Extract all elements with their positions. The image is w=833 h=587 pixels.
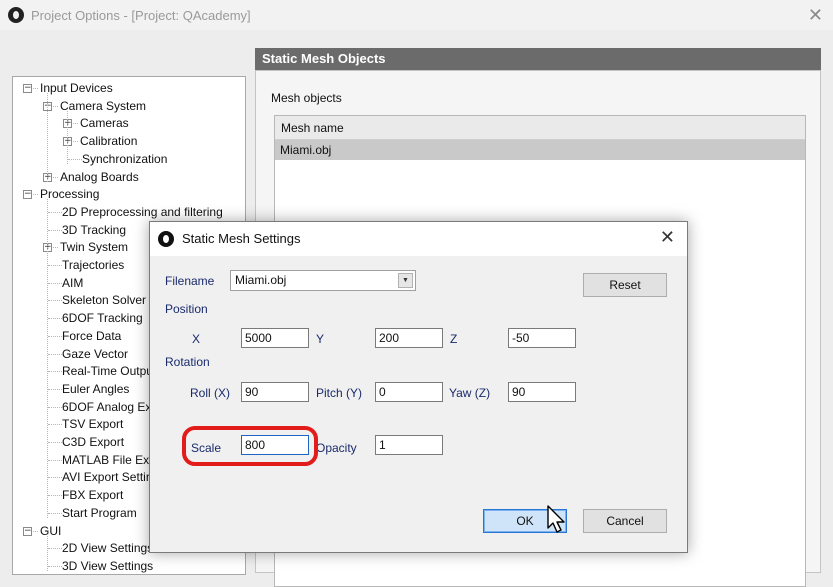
dialog-titlebar: Static Mesh Settings ✕ (150, 222, 687, 256)
tree-connector-line (48, 388, 62, 390)
window-titlebar: Project Options - [Project: QAcademy] ✕ (0, 0, 833, 30)
position-z-input[interactable]: -50 (508, 328, 576, 348)
static-mesh-settings-dialog: Static Mesh Settings ✕ Filename Miami.ob… (149, 221, 688, 553)
tree-connector-line (48, 265, 62, 266)
tree-item[interactable]: MATLAB File Ex (62, 451, 149, 469)
mouse-pointer-icon (547, 505, 565, 533)
yaw-label: Yaw (Z) (449, 386, 491, 400)
tree-connector-line (48, 459, 62, 461)
tree-connector-line (48, 442, 62, 443)
expander-icon[interactable]: − (23, 84, 32, 93)
tree-item[interactable]: C3D Export (62, 433, 124, 451)
tree-item[interactable]: Twin System (60, 238, 128, 256)
expander-icon[interactable]: − (23, 526, 32, 536)
tree-item[interactable]: Processing (40, 185, 99, 203)
roll-input[interactable]: 90 (241, 382, 309, 402)
x-label: X (192, 332, 201, 346)
tree-connector-line (48, 495, 62, 497)
tree-item[interactable]: 6DOF Tracking (62, 309, 143, 327)
app-logo-icon (8, 7, 24, 23)
tree-connector-line (68, 158, 82, 160)
z-label: Z (450, 332, 458, 346)
tree-item[interactable]: Gaze Vector (62, 345, 128, 363)
tree-connector-line (48, 300, 62, 302)
reset-button[interactable]: Reset (583, 273, 667, 297)
opacity-input[interactable]: 1 (375, 435, 443, 455)
dialog-title: Static Mesh Settings (182, 231, 301, 246)
tree-item[interactable]: AVI Export Settir (62, 468, 150, 486)
tree-item[interactable]: GUI (40, 522, 61, 540)
mesh-objects-label: Mesh objects (271, 91, 342, 105)
filename-value: Miami.obj (235, 273, 287, 287)
tree-item[interactable]: Euler Angles (62, 380, 129, 398)
tree-connector-line (48, 282, 62, 284)
tree-connector-line (48, 318, 62, 320)
tree-item[interactable]: 3D Tracking (62, 221, 126, 239)
position-y-input[interactable]: 200 (375, 328, 443, 348)
tree-guide-line (47, 199, 48, 518)
tree-item[interactable]: Force Data (62, 327, 121, 345)
tree-connector-line (48, 477, 62, 479)
tree-item[interactable]: Real-Time Outpu (62, 362, 153, 380)
tree-connector-line (48, 424, 62, 426)
tree-item[interactable]: Start Program (62, 504, 137, 522)
yaw-input[interactable]: 90 (508, 382, 576, 402)
pitch-label: Pitch (Y) (316, 386, 363, 400)
tree-item[interactable]: Skeleton Solver (62, 291, 146, 309)
tree-connector-line (48, 353, 62, 355)
pitch-input[interactable]: 0 (375, 382, 443, 402)
tree-connector-line (48, 406, 62, 408)
rotation-label: Rotation (165, 355, 210, 369)
cancel-button[interactable]: Cancel (583, 509, 667, 533)
close-icon[interactable]: ✕ (660, 227, 675, 248)
position-x-input[interactable]: 5000 (241, 328, 309, 348)
tree-connector-line (48, 211, 62, 213)
position-label: Position (165, 302, 208, 316)
tree-item[interactable]: Cameras (80, 114, 129, 132)
tree-connector-line (48, 512, 62, 514)
window-title: Project Options - [Project: QAcademy] (31, 8, 251, 23)
tree-item[interactable]: Camera System (60, 97, 146, 115)
tree-item[interactable]: Analog Boards (60, 168, 139, 186)
roll-label: Roll (X) (190, 386, 231, 400)
tree-guide-line (47, 93, 48, 182)
close-icon[interactable]: ✕ (808, 5, 823, 26)
tree-connector-line (48, 335, 62, 337)
tree-item[interactable]: Input Devices (40, 79, 113, 97)
tree-item[interactable]: TSV Export (62, 415, 123, 433)
tree-connector-line (48, 548, 62, 550)
tree-item[interactable]: Calibration (80, 132, 137, 150)
filename-label: Filename (165, 274, 215, 288)
filename-select[interactable]: Miami.obj ▼ (230, 270, 416, 291)
tree-guide-line (67, 110, 68, 164)
tree-connector-line (48, 229, 62, 231)
tree-connector-line (48, 371, 62, 373)
tree-item[interactable]: Trajectories (62, 256, 124, 274)
dropdown-arrow-icon[interactable]: ▼ (398, 273, 413, 288)
panel-header: Static Mesh Objects (255, 48, 821, 70)
tree-guide-line (47, 535, 48, 571)
app-logo-icon (158, 231, 174, 247)
y-label: Y (316, 332, 325, 346)
scale-highlight-annotation (182, 426, 318, 466)
mesh-list-row[interactable]: Miami.obj (275, 140, 805, 160)
tree-item[interactable]: 2D Preprocessing and filtering (62, 203, 223, 221)
tree-item[interactable]: AIM (62, 274, 83, 292)
tree-item[interactable]: 2D View Settings (62, 539, 153, 557)
tree-item[interactable]: 3D View Settings (62, 557, 153, 574)
opacity-label: Opacity (316, 441, 357, 455)
tree-item[interactable]: 6DOF Analog Ex (62, 398, 151, 416)
tree-item[interactable]: FBX Export (62, 486, 123, 504)
expander-icon[interactable]: − (23, 190, 32, 200)
mesh-name-column-header[interactable]: Mesh name (275, 116, 805, 140)
tree-item[interactable]: Synchronization (82, 150, 167, 168)
tree-connector-line (48, 565, 62, 567)
